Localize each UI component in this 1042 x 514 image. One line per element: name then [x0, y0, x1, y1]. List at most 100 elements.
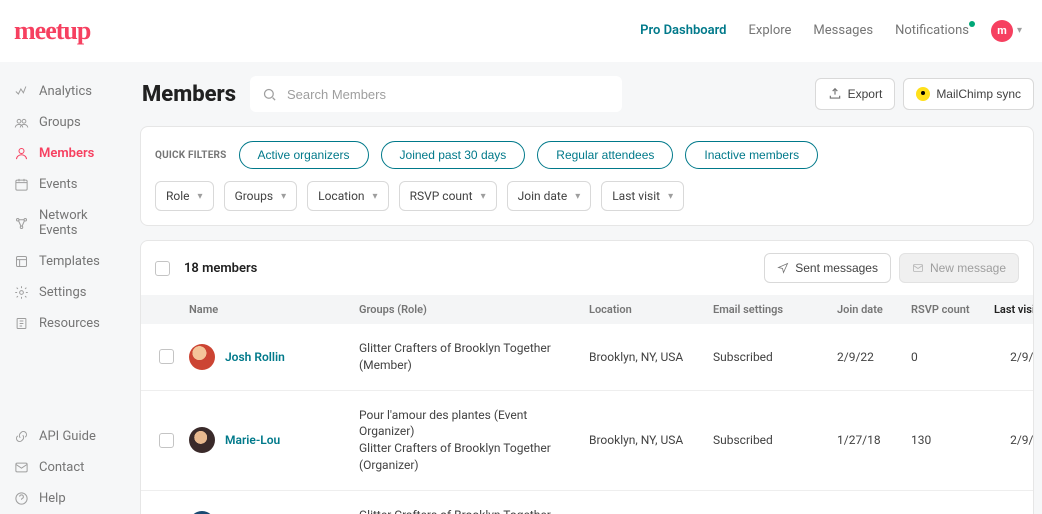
cell-name: Josh Rollin	[187, 344, 357, 370]
th-location[interactable]: Location	[587, 303, 711, 316]
filter-groups[interactable]: Groups▾	[224, 181, 298, 211]
filter-dropdowns-row: Role▾ Groups▾ Location▾ RSVP count▾ Join…	[155, 181, 1019, 211]
sidebar-item-settings[interactable]: Settings	[0, 277, 132, 308]
row-checkbox[interactable]	[159, 433, 174, 448]
quick-filter-inactive-members[interactable]: Inactive members	[685, 141, 818, 169]
quick-filter-regular-attendees[interactable]: Regular attendees	[537, 141, 673, 169]
export-icon	[828, 87, 842, 101]
th-name[interactable]: Name	[187, 303, 357, 316]
chevron-down-icon: ▾	[373, 191, 378, 202]
nav-messages[interactable]: Messages	[813, 23, 873, 38]
templates-icon	[14, 254, 29, 269]
cell-groups: Pour l'amour des plantes (Event Organize…	[357, 407, 587, 474]
table-header-row: Name Groups (Role) Location Email settin…	[141, 295, 1033, 324]
notification-dot-icon	[969, 21, 975, 27]
sidebar-item-templates[interactable]: Templates	[0, 246, 132, 277]
cell-rsvp-count: 130	[909, 433, 983, 447]
mailchimp-icon	[916, 87, 930, 101]
filter-last-visit[interactable]: Last visit▾	[601, 181, 684, 211]
filter-location[interactable]: Location▾	[307, 181, 388, 211]
sidebar-item-api-guide[interactable]: API Guide	[0, 421, 132, 452]
th-groups[interactable]: Groups (Role)	[357, 303, 587, 316]
search-icon	[262, 87, 277, 102]
member-name-link[interactable]: Josh Rollin	[225, 350, 285, 364]
members-icon	[14, 146, 29, 161]
table-actions: Sent messages New message	[764, 253, 1019, 283]
chevron-down-icon: ▾	[668, 191, 673, 202]
cell-location: Brooklyn, NY, USA	[587, 433, 711, 447]
chevron-down-icon: ▾	[1017, 25, 1022, 36]
groups-icon	[14, 115, 29, 130]
new-message-label: New message	[930, 261, 1006, 275]
mailchimp-sync-button[interactable]: MailChimp sync	[903, 78, 1034, 110]
search-input[interactable]	[287, 87, 610, 102]
sidebar-item-groups[interactable]: Groups	[0, 107, 132, 138]
th-email[interactable]: Email settings	[711, 303, 835, 316]
events-icon	[14, 177, 29, 192]
page-actions: Export MailChimp sync	[815, 78, 1034, 110]
page-header: Members Export MailChimp sync	[140, 76, 1034, 112]
th-join[interactable]: Join date	[835, 303, 909, 316]
quick-filter-joined-30-days[interactable]: Joined past 30 days	[381, 141, 526, 169]
chevron-down-icon: ▾	[281, 191, 286, 202]
resources-icon	[14, 316, 29, 331]
sidebar-item-members[interactable]: Members	[0, 138, 132, 169]
cell-last-visit: 2/9/22	[983, 433, 1034, 447]
filter-rsvp-count[interactable]: RSVP count▾	[399, 181, 497, 211]
sidebar-item-analytics[interactable]: Analytics	[0, 76, 132, 107]
help-icon	[14, 491, 29, 506]
row-checkbox[interactable]	[159, 349, 174, 364]
cell-groups: Glitter Crafters of Brooklyn Together (M…	[357, 340, 587, 374]
filter-join-date[interactable]: Join date▾	[507, 181, 592, 211]
filters-card: QUICK FILTERS Active organizers Joined p…	[140, 126, 1034, 226]
cell-name: Marie-Lou	[187, 427, 357, 453]
network-events-icon	[14, 216, 29, 231]
paper-plane-icon	[777, 262, 789, 274]
sidebar-item-label: Resources	[39, 316, 100, 331]
sidebar-item-help[interactable]: Help	[0, 483, 132, 514]
user-avatar: m	[991, 20, 1013, 42]
new-message-button: New message	[899, 253, 1019, 283]
nav-pro-dashboard[interactable]: Pro Dashboard	[640, 23, 726, 38]
sidebar-item-label: Members	[39, 146, 94, 161]
chevron-down-icon: ▾	[198, 191, 203, 202]
sent-messages-label: Sent messages	[795, 261, 878, 275]
sidebar-item-label: Network Events	[39, 208, 118, 238]
th-rsvp[interactable]: RSVP count	[909, 303, 983, 316]
sidebar-item-label: Settings	[39, 285, 86, 300]
sidebar-item-network-events[interactable]: Network Events	[0, 200, 132, 246]
nav-explore[interactable]: Explore	[749, 23, 792, 38]
sidebar: Analytics Groups Members Events Network …	[0, 62, 132, 514]
th-last-visit[interactable]: Last visit ↑	[983, 303, 1034, 316]
search-box[interactable]	[250, 76, 622, 112]
member-name-link[interactable]: Marie-Lou	[225, 433, 280, 447]
page-title: Members	[142, 82, 236, 107]
cell-email-settings: Subscribed	[711, 350, 835, 364]
filter-role[interactable]: Role▾	[155, 181, 214, 211]
sidebar-item-resources[interactable]: Resources	[0, 308, 132, 339]
chevron-down-icon: ▾	[481, 191, 486, 202]
sidebar-item-label: Analytics	[39, 84, 92, 99]
nav-notifications[interactable]: Notifications	[895, 23, 969, 38]
quick-filter-active-organizers[interactable]: Active organizers	[239, 141, 369, 169]
shell: Analytics Groups Members Events Network …	[0, 62, 1042, 514]
mail-icon	[14, 460, 29, 475]
sidebar-item-label: Groups	[39, 115, 81, 130]
nav-notifications-label: Notifications	[895, 23, 969, 38]
user-menu[interactable]: m ▾	[991, 20, 1022, 42]
sent-messages-button[interactable]: Sent messages	[764, 253, 891, 283]
export-button[interactable]: Export	[815, 78, 896, 110]
cell-rsvp-count: 0	[909, 350, 983, 364]
chevron-down-icon: ▾	[575, 191, 580, 202]
member-count: 18 members	[184, 261, 257, 276]
brand-logo[interactable]: meetup	[14, 16, 90, 46]
analytics-icon	[14, 84, 29, 99]
link-icon	[14, 429, 29, 444]
sidebar-item-events[interactable]: Events	[0, 169, 132, 200]
topbar-right: Pro Dashboard Explore Messages Notificat…	[640, 20, 1022, 42]
sidebar-item-label: API Guide	[39, 429, 96, 444]
sidebar-item-label: Events	[39, 177, 77, 192]
select-all-checkbox[interactable]	[155, 261, 170, 276]
members-table-card: 18 members Sent messages New message Nam…	[140, 240, 1034, 514]
sidebar-item-contact[interactable]: Contact	[0, 452, 132, 483]
